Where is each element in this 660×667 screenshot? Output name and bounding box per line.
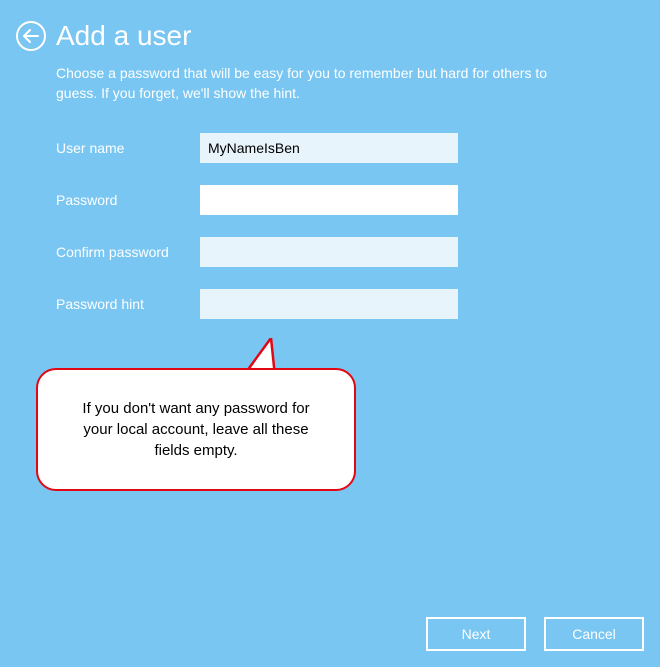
annotation-text: If you don't want any password for your …: [36, 368, 356, 491]
next-button[interactable]: Next: [426, 617, 526, 651]
username-label: User name: [56, 140, 200, 156]
annotation-callout: If you don't want any password for your …: [36, 368, 356, 491]
confirm-password-label: Confirm password: [56, 244, 200, 260]
confirm-password-input[interactable]: [200, 237, 458, 267]
password-input[interactable]: [200, 185, 458, 215]
password-hint-label: Password hint: [56, 296, 200, 312]
password-hint-input[interactable]: [200, 289, 458, 319]
page-subtitle: Choose a password that will be easy for …: [0, 52, 590, 103]
arrow-left-icon: [23, 29, 39, 43]
page-title: Add a user: [56, 20, 191, 52]
username-input[interactable]: [200, 133, 458, 163]
user-form: User name Password Confirm password Pass…: [0, 103, 660, 319]
back-button[interactable]: [16, 21, 46, 51]
cancel-button[interactable]: Cancel: [544, 617, 644, 651]
password-label: Password: [56, 192, 200, 208]
